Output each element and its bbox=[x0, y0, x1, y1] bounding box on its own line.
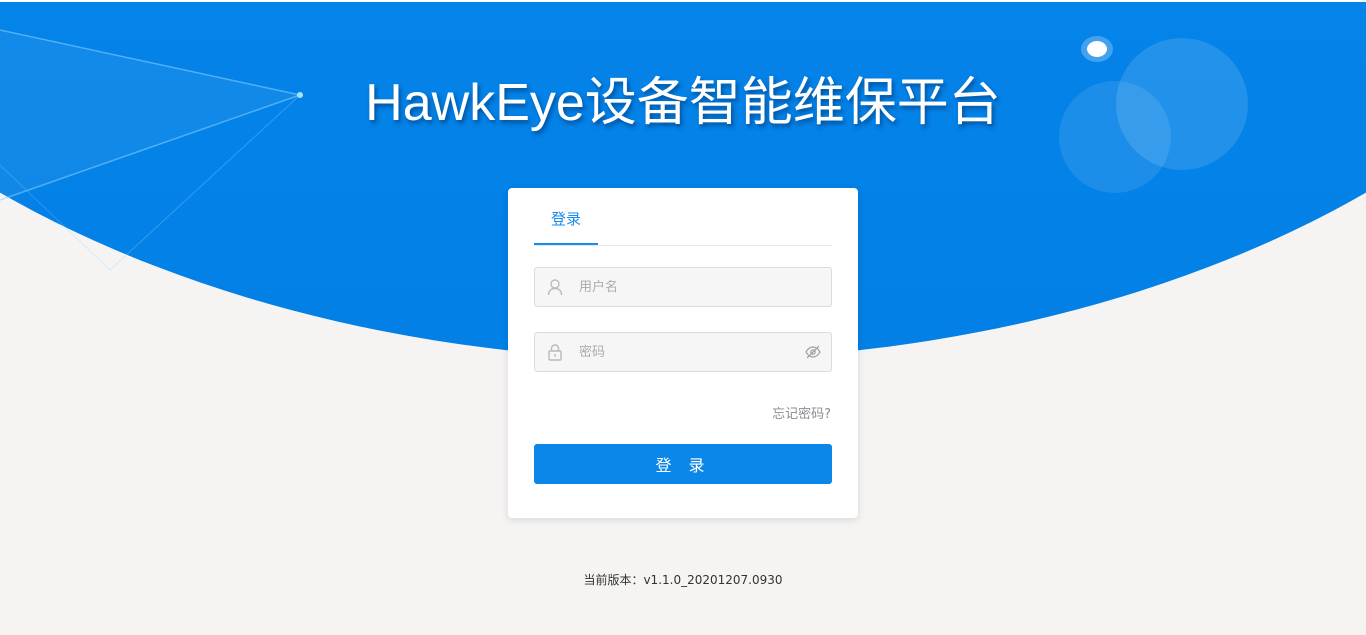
eye-off-icon[interactable] bbox=[805, 345, 821, 359]
version-text: 当前版本：v1.1.0_20201207.0930 bbox=[583, 573, 783, 587]
user-icon bbox=[547, 279, 563, 296]
password-field[interactable] bbox=[534, 332, 832, 372]
login-button[interactable]: 登 录 bbox=[534, 444, 832, 484]
tab-login[interactable]: 登录 bbox=[534, 188, 598, 245]
login-card: 登录 忘记密码? 登 录 bbox=[508, 188, 858, 518]
page-title: HawkEye设备智能维保平台 bbox=[365, 74, 1001, 132]
login-tabs: 登录 bbox=[534, 188, 832, 246]
username-input[interactable] bbox=[579, 268, 799, 306]
forgot-password-link[interactable]: 忘记密码? bbox=[772, 403, 831, 422]
login-page: HawkEye设备智能维保平台 登录 忘记密码? bbox=[0, 0, 1366, 635]
lock-icon bbox=[548, 344, 562, 361]
password-input[interactable] bbox=[579, 333, 799, 371]
top-border bbox=[0, 0, 1366, 2]
username-field[interactable] bbox=[534, 267, 832, 307]
